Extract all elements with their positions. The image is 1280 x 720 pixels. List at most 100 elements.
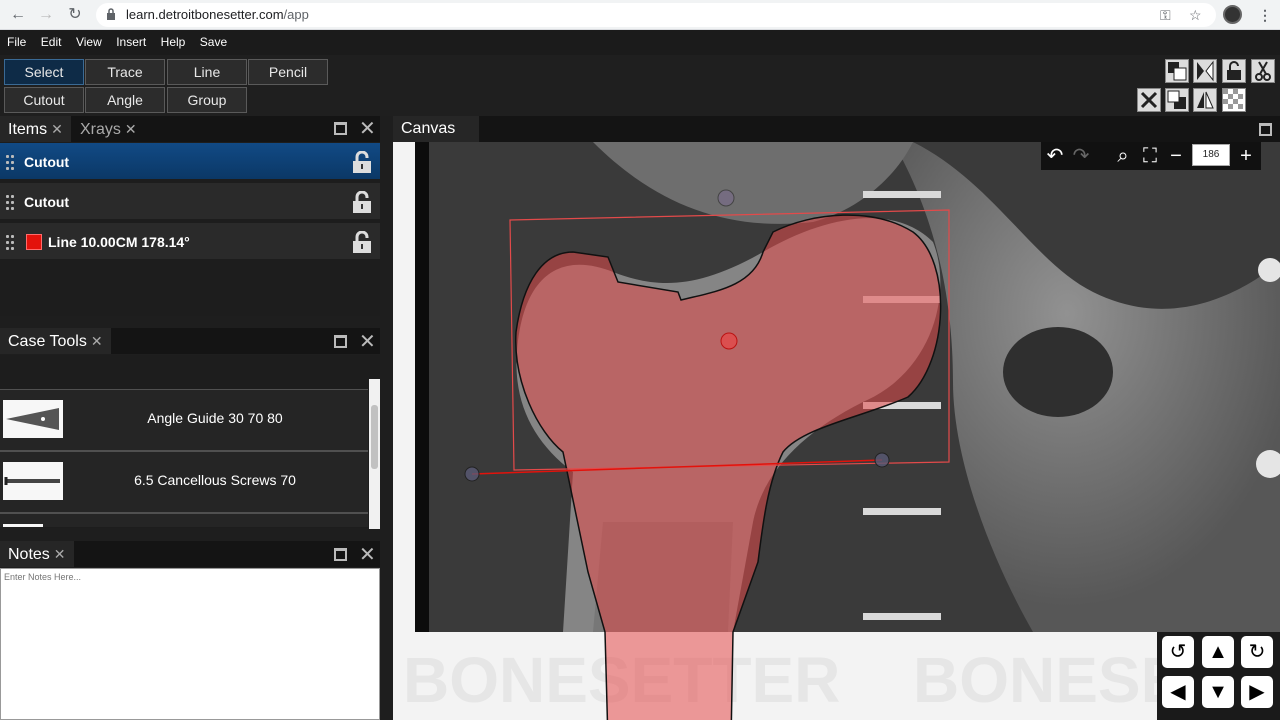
arrow-left-icon[interactable]: ◀ [1162,676,1194,708]
lock-icon [107,8,115,20]
undo-icon[interactable]: ↶ [1043,144,1067,168]
close-icon[interactable]: ✕ [359,332,376,352]
tab-canvas[interactable]: Canvas [393,116,479,142]
drag-handle-icon[interactable] [6,195,16,211]
menu-help[interactable]: Help [158,30,189,55]
avatar[interactable] [1223,5,1242,24]
url-text: learn.detroitbonesetter.com/app [126,7,309,22]
browser-chrome: ← → ↻ learn.detroitbonesetter.com/app ⚿ … [0,0,1280,30]
redo-icon[interactable]: ↷ [1069,144,1093,168]
list-item[interactable]: Line 10.00CM 178.14° [0,223,380,261]
case-tool-item[interactable]: Angle Guide 30 70 80 [0,389,368,451]
flip-horizontal-icon[interactable] [1193,59,1217,83]
xray-canvas[interactable]: BONESETTER BONESETTER [393,142,1280,720]
drag-handle-icon[interactable] [6,155,16,171]
key-icon[interactable]: ⚿ [1160,5,1171,25]
tab-notes[interactable]: Notes ✕ [0,541,74,567]
case-tools-body: Angle Guide 30 70 80 6.5 Cancellous Scre… [0,355,380,529]
nav-pad: ↺ ▲ ↻ ◀ ▼ ▶ [1157,632,1280,720]
close-icon[interactable]: ✕ [359,119,376,139]
line-handle[interactable] [464,466,480,482]
angle-tool-button[interactable]: Angle [85,87,165,113]
line-handle[interactable] [874,452,890,468]
canvas-header: Canvas [393,116,1280,142]
center-handle[interactable] [720,332,738,350]
flip-vertical-icon[interactable] [1193,88,1217,112]
maximize-icon[interactable] [334,335,347,348]
menu-view[interactable]: View [73,30,105,55]
zoom-select-icon[interactable]: ⌕ [1111,144,1135,168]
address-bar[interactable]: learn.detroitbonesetter.com/app [96,3,1216,27]
case-tools-header: Case Tools ✕ ✕ [0,328,380,354]
delete-icon[interactable] [1137,88,1161,112]
angle-guide-thumbnail [3,400,63,438]
pencil-tool-button[interactable]: Pencil [248,59,328,85]
list-item[interactable]: Cutout [0,143,380,181]
close-icon[interactable]: ✕ [91,333,103,349]
fit-to-screen-icon[interactable]: ⛶ [1138,144,1162,168]
items-list: Cutout Cutout Line 10.00CM 178.14° [0,142,380,316]
case-tool-label: 6.5 Cancellous Screws 70 [134,472,296,488]
menubar: File Edit View Insert Help Save [0,30,1280,55]
notes-header: Notes ✕ ✕ [0,541,380,567]
maximize-icon[interactable] [334,122,347,135]
scale-tick [863,613,941,620]
transparency-icon[interactable] [1222,88,1246,112]
zoom-in-icon[interactable]: + [1234,144,1258,168]
maximize-icon[interactable] [334,548,347,561]
case-tool-thumbnail [3,524,43,527]
case-tool-item[interactable] [0,513,368,527]
group-tool-button[interactable]: Group [167,87,247,113]
rotate-right-icon[interactable]: ↻ [1241,636,1273,668]
case-tool-label: Angle Guide 30 70 80 [147,410,283,426]
unlocked-icon[interactable] [351,231,373,253]
more-icon[interactable]: ⋮ [1258,5,1272,25]
lock-toggle-icon[interactable] [1222,59,1246,83]
menu-file[interactable]: File [4,30,29,55]
forward-icon[interactable]: → [36,5,56,25]
scale-tick [863,508,941,515]
menu-save[interactable]: Save [197,30,230,55]
case-tool-item[interactable]: 6.5 Cancellous Screws 70 [0,451,368,513]
reload-icon[interactable]: ↻ [65,5,85,25]
select-tool-button[interactable]: Select [4,59,84,85]
zoom-level-input[interactable]: 186 [1192,144,1230,166]
notes-textarea[interactable] [0,568,380,720]
scissors-icon[interactable] [1251,59,1275,83]
xray-image[interactable]: BONESETTER BONESETTER [393,142,1280,720]
arrow-down-icon[interactable]: ▼ [1202,676,1234,708]
items-panel-header: Items ✕ Xrays ✕ ✕ [0,116,380,142]
close-icon[interactable]: ✕ [359,545,376,565]
scrollbar-thumb[interactable] [371,405,378,469]
drag-handle-icon[interactable] [6,235,16,251]
menu-edit[interactable]: Edit [38,30,65,55]
scrollbar[interactable] [369,379,380,529]
rotate-handle[interactable] [717,189,735,207]
screw-thumbnail [3,462,63,500]
tab-xrays[interactable]: Xrays ✕ [72,116,145,142]
tab-case-tools[interactable]: Case Tools ✕ [0,328,111,354]
rotate-left-icon[interactable]: ↺ [1162,636,1194,668]
list-item[interactable]: Cutout [0,183,380,221]
cutout-tool-button[interactable]: Cutout [4,87,84,113]
unlocked-icon[interactable] [351,151,373,173]
item-label: Cutout [24,194,70,210]
line-tool-button[interactable]: Line [167,59,247,85]
toolbar: Select Trace Line Pencil Cutout Angle Gr… [0,55,1280,116]
trace-tool-button[interactable]: Trace [85,59,165,85]
arrow-up-icon[interactable]: ▲ [1202,636,1234,668]
bring-front-icon[interactable] [1165,59,1189,83]
tab-items[interactable]: Items ✕ [0,116,71,142]
unlocked-icon[interactable] [351,191,373,213]
menu-insert[interactable]: Insert [113,30,149,55]
back-icon[interactable]: ← [8,5,28,25]
maximize-icon[interactable] [1259,123,1272,136]
color-swatch[interactable] [26,234,42,250]
close-icon[interactable]: ✕ [54,546,66,562]
close-icon[interactable]: ✕ [125,121,137,137]
zoom-out-icon[interactable]: − [1164,144,1188,168]
arrow-right-icon[interactable]: ▶ [1241,676,1273,708]
close-icon[interactable]: ✕ [51,121,63,137]
star-icon[interactable]: ☆ [1189,5,1202,25]
send-back-icon[interactable] [1165,88,1189,112]
